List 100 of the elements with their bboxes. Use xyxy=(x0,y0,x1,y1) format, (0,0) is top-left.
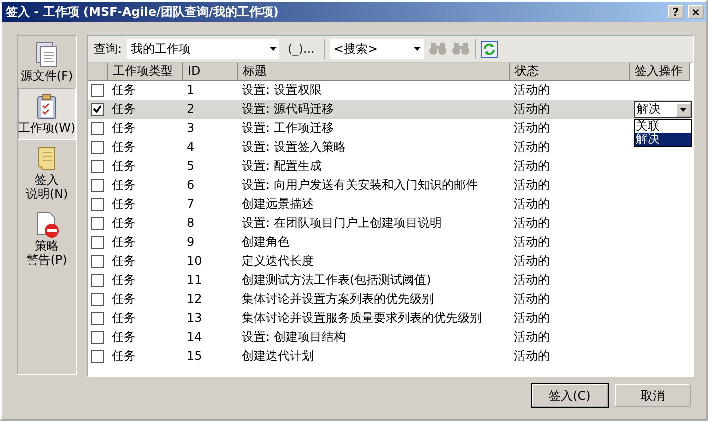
sidebar-label: 工作项(W) xyxy=(18,121,76,135)
table-cell-text: 任务 xyxy=(111,139,137,156)
table-cell-text: 创建迭代计划 xyxy=(241,348,315,365)
table-cell-text: 任务 xyxy=(111,177,137,194)
table-cell-text: 1 xyxy=(186,82,196,99)
table-cell-text: 12 xyxy=(186,291,204,308)
table-cell-text: 设置: 工作项迁移 xyxy=(241,120,335,137)
table-cell-text: 任务 xyxy=(111,215,137,232)
table-cell-text: 7 xyxy=(186,196,196,213)
checkbox[interactable] xyxy=(91,84,104,97)
checkbox[interactable] xyxy=(91,350,104,363)
table-cell-text: 活动的 xyxy=(513,253,551,270)
table-cell-text: 任务 xyxy=(111,272,137,289)
column-header[interactable]: 标题 xyxy=(238,63,510,81)
table-cell-text: 集体讨论并设置方案列表的优先级别 xyxy=(241,291,435,308)
table-cell-text: 任务 xyxy=(111,310,137,327)
table-cell-text: 3 xyxy=(186,120,196,137)
table-cell-text: 任务 xyxy=(111,234,137,251)
checkbox[interactable] xyxy=(91,198,104,211)
table-cell-text: 13 xyxy=(186,310,204,327)
dropdown-option[interactable]: 关联 xyxy=(635,120,691,133)
table-cell-text: 活动的 xyxy=(513,348,551,365)
checkbox[interactable] xyxy=(91,293,104,306)
table-cell-text: 任务 xyxy=(111,291,137,308)
table-cell-text: 活动的 xyxy=(513,234,551,251)
table-cell-text: 9 xyxy=(186,234,196,251)
table-cell-text: 活动的 xyxy=(513,196,551,213)
table-cell-text: 活动的 xyxy=(513,329,551,346)
table-cell-text: 设置: 设置签入策略 xyxy=(241,139,347,156)
table-cell-text: 8 xyxy=(186,215,196,232)
table-cell-text: 活动的 xyxy=(513,177,551,194)
help-button[interactable]: ? xyxy=(668,5,684,19)
table-cell-text: 创建远景描述 xyxy=(241,196,315,213)
check-in-button[interactable]: 签入(C) xyxy=(532,384,608,407)
table-cell-text: 14 xyxy=(186,329,204,346)
table-cell-text: 15 xyxy=(186,348,204,365)
table-cell-text: 设置: 在团队项目门户上创建项目说明 xyxy=(241,215,443,232)
checkbox[interactable] xyxy=(91,122,104,135)
table-cell-text: 4 xyxy=(186,139,196,156)
table-cell-text: 任务 xyxy=(111,348,137,365)
cancel-button[interactable]: 取消 xyxy=(615,384,691,407)
table-cell-text: 任务 xyxy=(111,196,137,213)
table-cell-text: 定义迭代长度 xyxy=(241,253,315,270)
checkbox[interactable] xyxy=(91,312,104,325)
table-cell-text: 活动的 xyxy=(513,120,551,137)
checkbox[interactable] xyxy=(91,217,104,230)
sidebar-item[interactable]: 签入 说明(N) xyxy=(18,140,76,206)
checkbox[interactable] xyxy=(91,236,104,249)
table-cell-text: 设置: 配置生成 xyxy=(241,158,323,175)
table-cell: 设置: 源代码迁移 xyxy=(238,100,510,119)
table-cell-text: 任务 xyxy=(111,158,137,175)
table-cell-text: 任务 xyxy=(111,329,137,346)
sidebar-item[interactable]: 工作项(W) xyxy=(18,88,76,140)
search-combo[interactable]: <搜索> xyxy=(330,39,424,59)
table-cell: 活动的 xyxy=(510,100,630,119)
column-header[interactable]: 状态 xyxy=(510,63,630,81)
table-cell-text: 10 xyxy=(186,253,204,270)
sidebar-label: 源文件(F) xyxy=(20,69,74,83)
table-cell-text: 5 xyxy=(186,158,196,175)
action-dropdown[interactable]: 解决 xyxy=(634,101,692,118)
table-cell-text: 11 xyxy=(186,272,204,289)
table-cell-text: 活动的 xyxy=(513,272,551,289)
checkbox[interactable] xyxy=(91,103,104,116)
table-cell: 2 xyxy=(183,100,238,119)
column-header[interactable]: 签入操作 xyxy=(630,63,690,81)
window-title: 签入 - 工作项 (MSF-Agile/团队查询/我的工作项) xyxy=(6,4,279,21)
dropdown-option[interactable]: 解决 xyxy=(635,133,691,146)
checkbox[interactable] xyxy=(91,255,104,268)
sidebar-item[interactable]: 源文件(F) xyxy=(18,36,76,88)
close-button[interactable]: × xyxy=(688,5,704,19)
checkbox[interactable] xyxy=(91,141,104,154)
table-cell-text: 6 xyxy=(186,177,196,194)
caret-icon xyxy=(680,108,687,112)
table-cell-text: 任务 xyxy=(111,120,137,137)
table-cell-text: 创建角色 xyxy=(241,234,291,251)
checkbox[interactable] xyxy=(91,179,104,192)
sidebar-label: 策略 xyxy=(35,239,59,253)
table-cell-text: 活动的 xyxy=(513,82,551,99)
sidebar-label: 警告(P) xyxy=(26,253,68,267)
column-header[interactable]: ID xyxy=(183,63,238,81)
checkbox[interactable] xyxy=(91,274,104,287)
table-cell-text: 设置: 向用户发送有关安装和入门知识的邮件 xyxy=(241,177,479,194)
query-combo[interactable]: 我的工作项 xyxy=(127,39,280,59)
table-cell-text: 活动的 xyxy=(513,291,551,308)
table-cell-text: 活动的 xyxy=(513,158,551,175)
table-cell-text: 创建测试方法工作表(包括测试阈值) xyxy=(241,272,432,289)
table-cell-text: 设置: 创建项目结构 xyxy=(241,329,347,346)
refresh-icon[interactable] xyxy=(480,40,498,58)
table-cell-text: 设置: 设置权限 xyxy=(241,82,323,99)
table-cell-text: 集体讨论并设置服务质量要求列表的优先级别 xyxy=(241,310,483,327)
dropdown-arrow-button[interactable] xyxy=(676,102,691,116)
browse-button[interactable]: (_)... xyxy=(284,40,319,58)
checkbox[interactable] xyxy=(91,160,104,173)
checkbox[interactable] xyxy=(91,331,104,344)
sidebar-item[interactable]: 策略 警告(P) xyxy=(18,206,76,272)
query-label: 查询: xyxy=(94,41,122,58)
sidebar-label: 说明(N) xyxy=(26,187,68,201)
column-header[interactable]: 工作项类型 xyxy=(108,63,183,81)
table-cell-text: 活动的 xyxy=(513,310,551,327)
table-cell: 任务 xyxy=(108,100,183,119)
